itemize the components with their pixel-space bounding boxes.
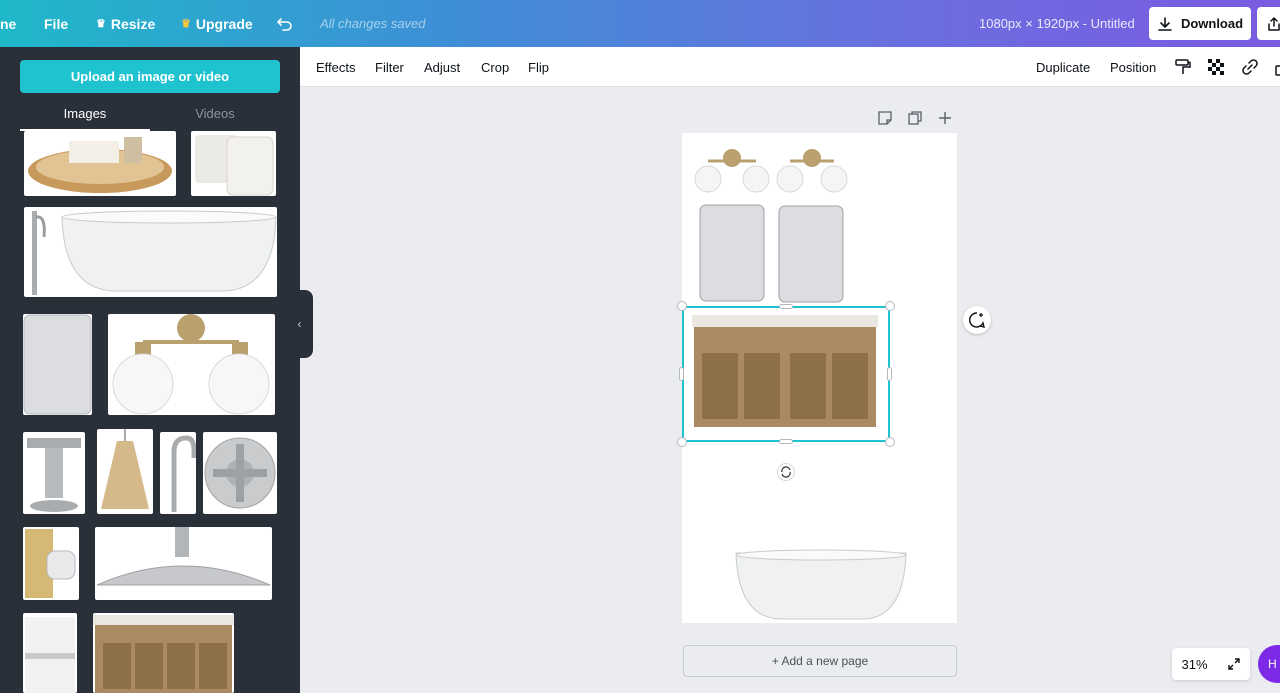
download-button[interactable]: Download [1149, 7, 1251, 40]
image-thumbnail-brass-knob[interactable] [23, 527, 79, 600]
file-menu[interactable]: File [44, 0, 68, 47]
crop-button[interactable]: Crop [481, 47, 509, 87]
resize-handle-bottom-right[interactable] [885, 437, 895, 447]
collapse-panel-button[interactable]: ‹ [286, 290, 313, 358]
note-icon[interactable] [877, 110, 893, 131]
shower-valve-image [204, 437, 276, 509]
resize-handle-top-left[interactable] [677, 301, 687, 311]
undo-icon [277, 17, 292, 31]
image-thumbnail-rain-shower-head[interactable] [95, 527, 272, 600]
paint-roller-icon[interactable] [1173, 57, 1193, 77]
sconce-left [694, 149, 770, 193]
upgrade-button[interactable]: ♛ Upgrade [181, 0, 253, 47]
filter-button[interactable]: Filter [375, 47, 404, 87]
link-icon[interactable] [1240, 57, 1260, 77]
undo-button[interactable] [276, 0, 294, 47]
tab-videos[interactable]: Videos [150, 103, 280, 131]
position-button[interactable]: Position [1110, 47, 1156, 87]
share-button[interactable] [1257, 7, 1280, 40]
share-icon [1268, 16, 1280, 31]
rattan-pendant-image [101, 429, 149, 509]
image-thumbnail-rattan-pendant[interactable] [97, 429, 153, 514]
tub-image [32, 210, 277, 295]
save-status: All changes saved [320, 16, 426, 31]
comment-plus-icon [969, 312, 985, 328]
image-thumbnail-rattan-tray[interactable] [24, 131, 176, 196]
double-vanity-image [93, 615, 234, 693]
flip-button[interactable]: Flip [528, 47, 549, 87]
image-thumbnail-canisters[interactable] [191, 131, 276, 196]
image-thumbnail-mirror[interactable] [23, 314, 92, 415]
resize-handle-right[interactable] [887, 367, 892, 381]
edit-toolbar: Effects Filter Adjust Crop Flip Duplicat… [300, 47, 1280, 87]
effects-button[interactable]: Effects [316, 47, 356, 87]
rain-shower-head-image [96, 527, 271, 586]
help-button[interactable]: H [1258, 645, 1280, 683]
document-info[interactable]: 1080px × 1920px - Untitled [979, 0, 1135, 47]
lock-icon[interactable] [1272, 57, 1280, 77]
add-new-page-button[interactable]: + Add a new page [683, 645, 957, 677]
duplicate-button[interactable]: Duplicate [1036, 47, 1090, 87]
home-link[interactable]: ne [0, 0, 16, 47]
transparency-icon[interactable] [1206, 57, 1226, 77]
brass-knob-image [25, 529, 76, 598]
rotate-icon [781, 466, 791, 478]
vanity-light-image [112, 314, 270, 415]
sconce-right [776, 149, 848, 193]
crown-icon: ♛ [96, 18, 106, 30]
resize-handle-top-right[interactable] [885, 301, 895, 311]
image-thumbnail-cross-handle[interactable] [23, 432, 85, 514]
resize-handle-top[interactable] [779, 304, 793, 309]
fullscreen-icon[interactable] [1227, 657, 1241, 671]
resize-handle-bottom-left[interactable] [677, 437, 687, 447]
top-bar: ne File ♛ Resize ♛ Upgrade All changes s… [0, 0, 1280, 47]
rattan-tray-image [28, 137, 172, 193]
add-comment-button[interactable] [963, 306, 991, 334]
canisters-image [195, 135, 274, 196]
image-thumbnail-towels[interactable] [23, 613, 77, 693]
uploads-panel: Upload an image or video Images Videos [0, 47, 300, 693]
resize-handle-left[interactable] [679, 367, 684, 381]
upload-button[interactable]: Upload an image or video [20, 60, 280, 93]
bathtub [735, 549, 907, 620]
faucet-image [171, 435, 196, 512]
rotate-handle[interactable] [777, 463, 795, 481]
image-thumbnail-double-vanity[interactable] [93, 613, 234, 693]
zoom-level[interactable]: 31% [1181, 657, 1207, 672]
image-thumbnail-shower-valve[interactable] [203, 432, 277, 514]
mirror-right [778, 205, 844, 303]
crown-icon: ♛ [181, 18, 191, 30]
resize-handle-bottom[interactable] [779, 439, 793, 444]
image-thumbnail-freestanding-tub[interactable] [24, 207, 277, 297]
cross-handle-image [27, 438, 81, 512]
duplicate-page-icon[interactable] [907, 110, 923, 131]
adjust-button[interactable]: Adjust [424, 47, 460, 87]
mirror-image [23, 314, 92, 415]
add-page-icon[interactable] [937, 110, 953, 131]
selection-box [682, 306, 890, 442]
media-tabs: Images Videos [20, 103, 280, 131]
image-thumbnail-faucet[interactable] [160, 432, 196, 514]
towels-image [25, 617, 75, 693]
chevron-left-icon: ‹ [297, 317, 302, 331]
resize-button[interactable]: ♛ Resize [96, 0, 155, 47]
zoom-control[interactable]: 31% [1172, 648, 1250, 680]
image-thumbnail-vanity-light[interactable] [108, 314, 275, 415]
mirror-left [699, 204, 765, 302]
tab-images[interactable]: Images [20, 103, 150, 131]
download-icon [1158, 16, 1172, 31]
